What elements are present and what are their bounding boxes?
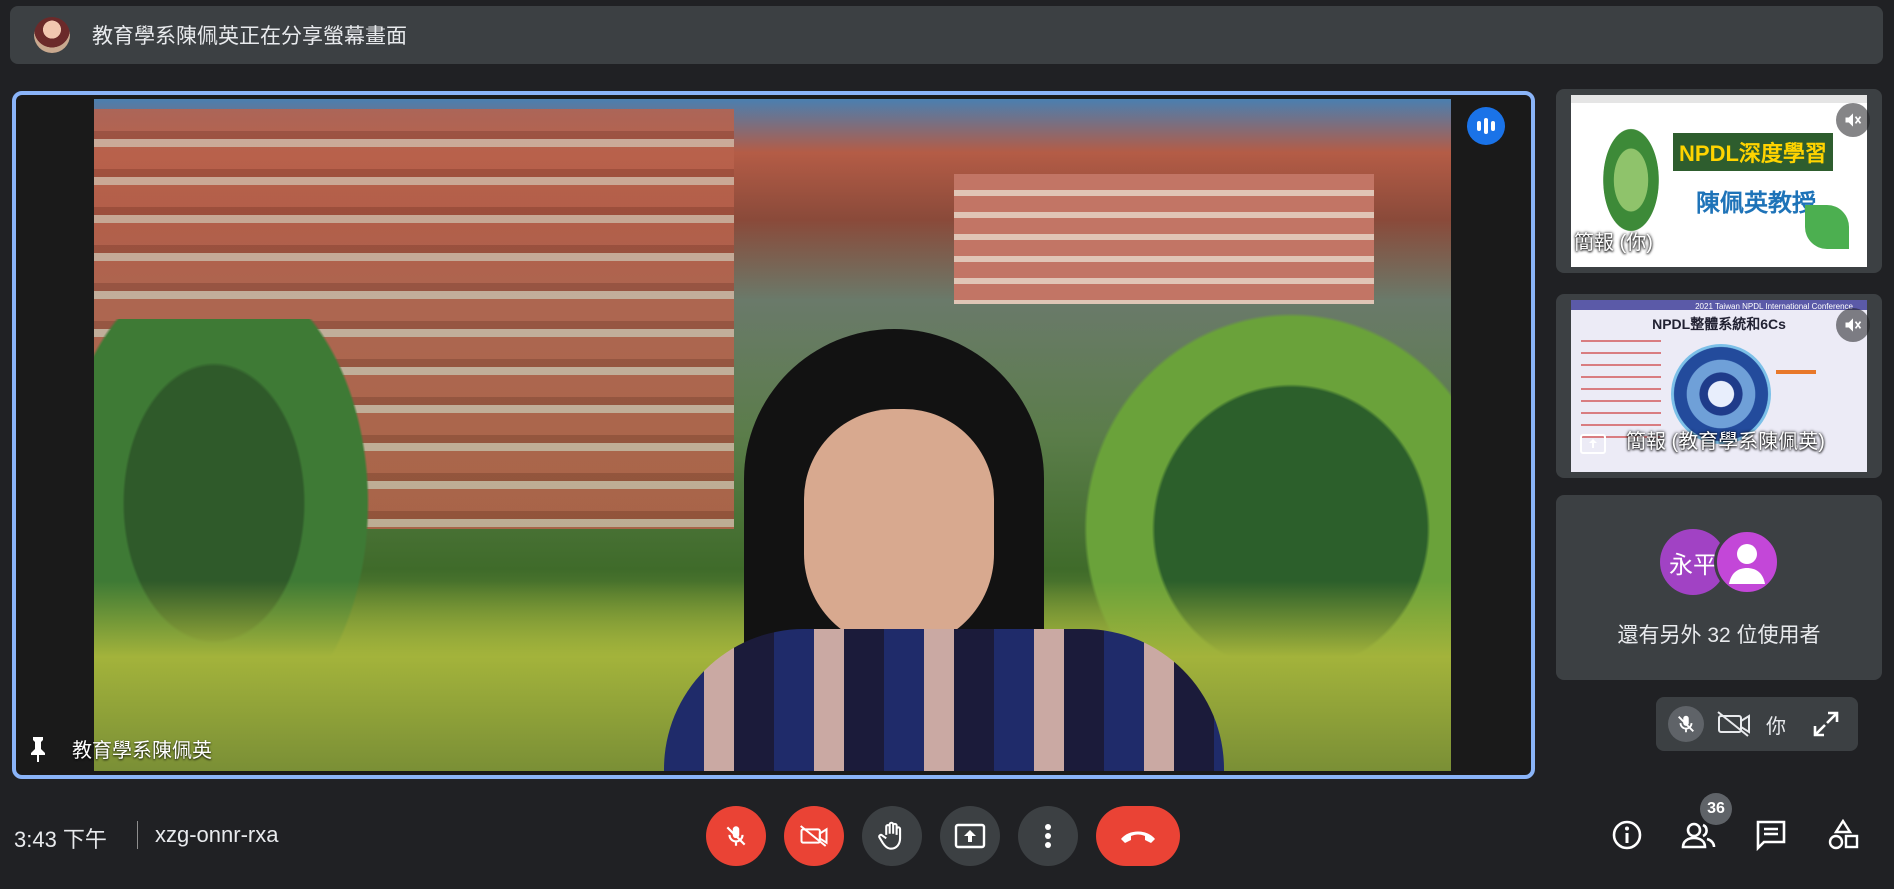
self-view[interactable]: 你	[1656, 697, 1858, 751]
leave-call-button[interactable]	[1096, 806, 1180, 866]
camera-off-icon	[1717, 711, 1750, 737]
hang-up-icon	[1121, 831, 1155, 843]
more-options-button[interactable]	[1018, 806, 1078, 866]
info-icon	[1612, 820, 1642, 850]
pin-icon[interactable]	[28, 735, 48, 763]
present-now-button[interactable]	[940, 806, 1000, 866]
tile-label: 簡報 (教育學系陳佩英)	[1626, 431, 1825, 453]
slide-header: 2021 Taiwan NPDL International Conferenc…	[1695, 302, 1853, 311]
presentation-tile-presenter[interactable]: 2021 Taiwan NPDL International Conferenc…	[1556, 294, 1882, 478]
banner-text: 教育學系陳佩英正在分享螢幕畫面	[92, 25, 407, 48]
speaker-name-tag: 教育學系陳佩英	[28, 734, 212, 763]
main-speaker-tile[interactable]: 教育學系陳佩英	[12, 91, 1535, 779]
meeting-code: xzg-onnr-rxa	[155, 822, 279, 847]
meeting-details-button[interactable]	[1606, 814, 1648, 856]
others-count-text: 還有另外 32 位使用者	[1617, 624, 1821, 647]
self-label: 你	[1766, 715, 1786, 738]
more-vert-icon	[1045, 824, 1051, 848]
present-screen-icon	[954, 823, 986, 849]
speaker-person	[664, 329, 1224, 771]
presentation-banner: 教育學系陳佩英正在分享螢幕畫面	[10, 6, 1883, 64]
person-avatar-icon	[1714, 529, 1780, 595]
mic-off-icon	[1668, 706, 1704, 742]
speaker-name: 教育學系陳佩英	[72, 740, 212, 762]
speaker-video	[94, 99, 1451, 771]
muted-icon	[1836, 308, 1870, 342]
expand-icon[interactable]	[1812, 710, 1840, 738]
activities-icon	[1828, 819, 1859, 850]
muted-icon	[1836, 103, 1870, 137]
tile-label: 簡報 (你)	[1574, 232, 1653, 254]
chat-icon	[1756, 820, 1786, 851]
divider	[137, 821, 138, 849]
activities-button[interactable]	[1822, 814, 1864, 856]
slide-title: NPDL深度學習	[1673, 133, 1833, 171]
bottom-toolbar: 3:43 下午 xzg-onnr-rxa 36	[0, 790, 1894, 889]
presenter-avatar	[34, 17, 70, 53]
mic-toggle-button[interactable]	[706, 806, 766, 866]
participant-count-badge: 36	[1700, 793, 1732, 825]
mic-off-icon	[726, 826, 746, 846]
raise-hand-button[interactable]	[862, 806, 922, 866]
other-participants-tile[interactable]: 永平 還有另外 32 位使用者	[1556, 495, 1882, 680]
clock: 3:43 下午	[14, 827, 107, 852]
present-screen-icon	[1580, 434, 1606, 454]
speaking-indicator-icon	[1467, 107, 1505, 145]
presentation-tile-self[interactable]: NPDL深度學習 陳佩英教授 簡報 (你)	[1556, 89, 1882, 273]
chat-button[interactable]	[1750, 814, 1792, 856]
slide-title: NPDL整體系統和6Cs	[1652, 316, 1786, 332]
hand-icon	[878, 821, 902, 850]
camera-off-icon	[800, 825, 828, 847]
participant-avatars: 永平	[1660, 529, 1790, 597]
camera-toggle-button[interactable]	[784, 806, 844, 866]
